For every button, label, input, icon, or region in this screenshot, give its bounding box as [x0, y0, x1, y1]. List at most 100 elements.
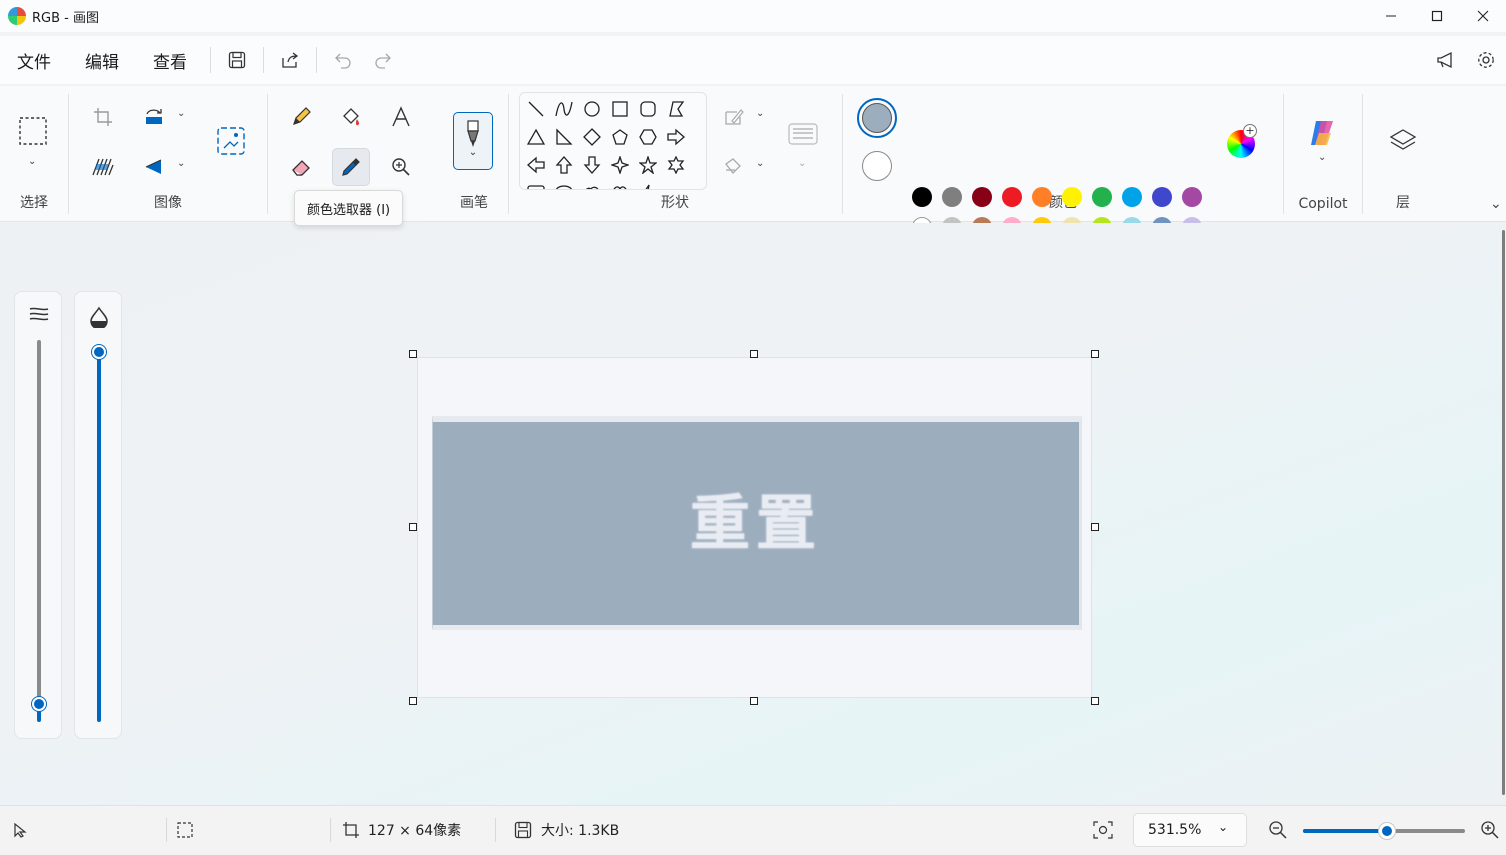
shape-outline-chevron-icon[interactable]: ⌄ — [756, 108, 764, 119]
crop-button[interactable] — [84, 98, 122, 136]
shape-diamond[interactable] — [579, 124, 605, 150]
resize-handle[interactable] — [1091, 350, 1099, 358]
palette-swatch[interactable] — [1182, 187, 1202, 207]
fill-tool-button[interactable] — [332, 98, 370, 136]
palette-swatch[interactable] — [912, 187, 932, 207]
shape-fill-button[interactable] — [715, 148, 753, 186]
curve-icon — [555, 101, 573, 117]
zoom-in-button[interactable] — [1480, 806, 1500, 854]
rotate-button[interactable] — [135, 98, 173, 136]
shape-callout-rect[interactable] — [523, 180, 549, 189]
shape-outline-button[interactable] — [715, 98, 753, 136]
resize-handle[interactable] — [1091, 697, 1099, 705]
shape-line[interactable] — [523, 96, 549, 122]
flip-dropdown-chevron-icon[interactable]: ⌄ — [177, 158, 185, 169]
shape-style-button[interactable] — [784, 116, 822, 154]
shape-right-triangle[interactable] — [551, 124, 577, 150]
line-icon — [528, 101, 544, 117]
shape-fill-chevron-icon[interactable]: ⌄ — [756, 158, 764, 169]
layers-button[interactable] — [1384, 122, 1422, 160]
shape-polygon[interactable] — [663, 96, 689, 122]
polygon-icon — [669, 101, 685, 117]
secondary-color-swatch[interactable] — [862, 151, 892, 181]
opacity-slider-track[interactable] — [97, 352, 101, 722]
shape-rectangle[interactable] — [607, 96, 633, 122]
zoom-slider-thumb[interactable] — [1379, 823, 1396, 839]
palette-swatch[interactable] — [942, 187, 962, 207]
resize-handle[interactable] — [409, 697, 417, 705]
shape-rounded-rectangle[interactable] — [635, 96, 661, 122]
undo-button[interactable] — [323, 44, 363, 76]
shape-curve[interactable] — [551, 96, 577, 122]
palette-swatch[interactable] — [1062, 187, 1082, 207]
settings-button[interactable] — [1466, 44, 1506, 76]
size-slider-thumb[interactable] — [32, 697, 46, 711]
shape-heart[interactable] — [607, 180, 633, 189]
feedback-button[interactable] — [1426, 44, 1466, 76]
group-select: ⌄ 选择 — [0, 86, 68, 222]
palette-swatch[interactable] — [1032, 187, 1052, 207]
shape-style-chevron-icon[interactable]: ⌄ — [798, 158, 806, 169]
shape-four-point-star[interactable] — [607, 152, 633, 178]
shape-up-arrow[interactable] — [551, 152, 577, 178]
resize-handle[interactable] — [409, 523, 417, 531]
edit-colors-button[interactable]: + — [1225, 124, 1259, 160]
shape-right-arrow[interactable] — [663, 124, 689, 150]
resize-handle[interactable] — [1091, 523, 1099, 531]
flip-button[interactable] — [135, 148, 173, 186]
copilot-chevron-icon[interactable]: ⌄ — [1318, 152, 1326, 163]
shape-oval[interactable] — [579, 96, 605, 122]
crop-icon — [94, 108, 112, 126]
opacity-slider-thumb[interactable] — [92, 345, 106, 359]
ribbon-collapse-chevron-icon[interactable]: ⌄ — [1490, 196, 1502, 212]
palette-swatch[interactable] — [1122, 187, 1142, 207]
shape-six-point-star[interactable] — [663, 152, 689, 178]
brushes-button[interactable]: ⌄ — [453, 112, 493, 170]
shape-callout-oval[interactable] — [551, 180, 577, 189]
minimize-button[interactable] — [1368, 0, 1414, 32]
select-tool-button[interactable] — [14, 112, 52, 150]
rectangle-select-icon — [19, 117, 47, 145]
menu-edit[interactable]: 编辑 — [68, 44, 136, 76]
vertical-scrollbar[interactable] — [1502, 230, 1505, 795]
menu-view[interactable]: 查看 — [136, 44, 204, 76]
palette-swatch[interactable] — [1152, 187, 1172, 207]
fit-to-window-button[interactable] — [1093, 806, 1113, 854]
redo-button[interactable] — [363, 44, 403, 76]
palette-swatch[interactable] — [1092, 187, 1112, 207]
zoom-slider[interactable] — [1303, 823, 1465, 839]
rotate-dropdown-chevron-icon[interactable]: ⌄ — [177, 108, 185, 119]
resize-button[interactable] — [212, 122, 250, 160]
remove-background-button[interactable] — [84, 148, 122, 186]
pencil-tool-button[interactable] — [282, 98, 320, 136]
magnifier-tool-button[interactable] — [382, 148, 420, 186]
resize-handle[interactable] — [409, 350, 417, 358]
menu-file[interactable]: 文件 — [0, 44, 68, 76]
palette-swatch[interactable] — [1002, 187, 1022, 207]
group-image: ⌄ ⌄ 图像 — [69, 86, 267, 222]
shape-hexagon[interactable] — [635, 124, 661, 150]
shape-five-point-star[interactable] — [635, 152, 661, 178]
zoom-level-dropdown[interactable]: 531.5% ⌄ — [1133, 813, 1247, 847]
shape-down-arrow[interactable] — [579, 152, 605, 178]
copilot-button[interactable] — [1304, 114, 1342, 152]
shape-triangle[interactable] — [523, 124, 549, 150]
primary-color-selector[interactable] — [857, 98, 897, 138]
color-picker-tool-button[interactable] — [332, 148, 370, 186]
size-slider-track[interactable] — [37, 340, 41, 720]
save-button[interactable] — [217, 44, 257, 76]
palette-swatch[interactable] — [972, 187, 992, 207]
shape-pentagon[interactable] — [607, 124, 633, 150]
maximize-button[interactable] — [1414, 0, 1460, 32]
close-button[interactable] — [1460, 0, 1506, 32]
resize-handle[interactable] — [750, 350, 758, 358]
eraser-tool-button[interactable] — [282, 148, 320, 186]
zoom-out-button[interactable] — [1268, 806, 1288, 854]
share-button[interactable] — [270, 44, 310, 76]
select-dropdown-chevron-icon[interactable]: ⌄ — [28, 156, 36, 167]
shape-left-arrow[interactable] — [523, 152, 549, 178]
text-tool-button[interactable] — [382, 98, 420, 136]
shape-callout-cloud[interactable] — [579, 180, 605, 189]
shape-lightning[interactable] — [635, 180, 661, 189]
resize-handle[interactable] — [750, 697, 758, 705]
